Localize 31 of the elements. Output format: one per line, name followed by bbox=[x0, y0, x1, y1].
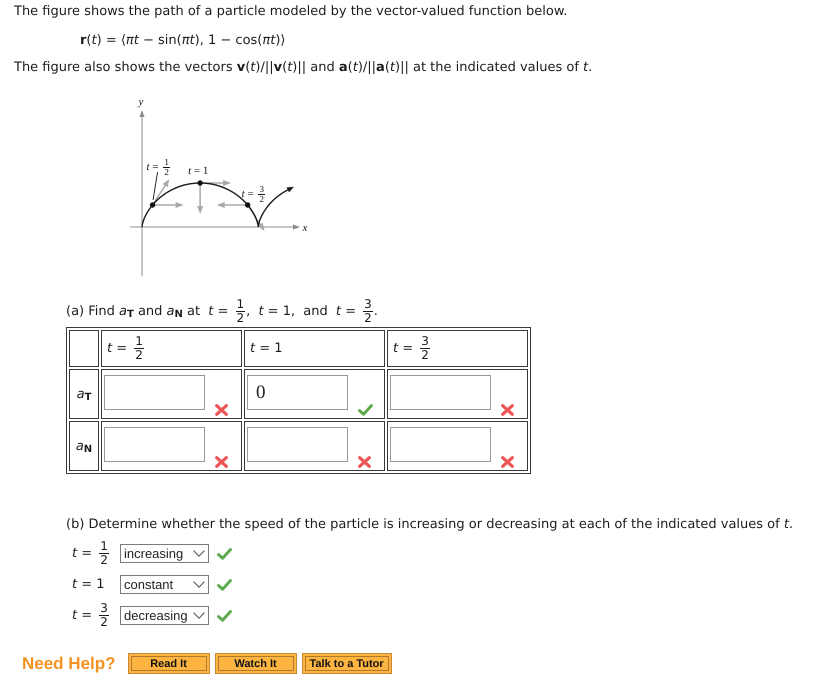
answer-field[interactable] bbox=[247, 427, 348, 462]
answer-field[interactable] bbox=[390, 427, 491, 462]
t-value-label: t = 1 bbox=[72, 577, 106, 592]
answer-field[interactable] bbox=[390, 375, 491, 410]
answer-dropdown[interactable]: constant bbox=[120, 575, 209, 594]
chevron-down-icon bbox=[193, 550, 205, 557]
formula-text: r(t) = ⟨πt − sin(πt), 1 − cos(πt)⟩ bbox=[80, 32, 286, 50]
chevron-down-icon bbox=[193, 612, 205, 619]
point-marker bbox=[197, 180, 203, 186]
intro-text: The figure shows the path of a particle modeled by the vector-valued function below. bbox=[14, 3, 568, 21]
answer-dropdown[interactable]: decreasing bbox=[120, 606, 209, 625]
help-label: Need Help? bbox=[22, 654, 116, 674]
help-button[interactable]: Read It bbox=[128, 653, 210, 674]
column-header: t = 1 bbox=[244, 330, 385, 367]
chevron-down-icon bbox=[193, 581, 205, 588]
answer-dropdown[interactable]: increasing bbox=[120, 544, 209, 563]
row-header: a$_{N}$ bbox=[69, 421, 99, 471]
question-text: (b) Determine whether the speed of the particle is increasing or decreasing at each of the indicated values of t. bbox=[66, 516, 794, 534]
point-marker bbox=[244, 202, 250, 208]
row-header: a$_{T}$ bbox=[69, 369, 99, 419]
leader-line bbox=[152, 172, 158, 200]
answer-field[interactable] bbox=[104, 427, 205, 462]
help-button[interactable]: Watch It bbox=[214, 653, 297, 674]
help-button[interactable]: Talk to a Tutor bbox=[302, 653, 392, 674]
answer-field[interactable] bbox=[104, 375, 205, 410]
axis-label: x bbox=[302, 222, 308, 234]
axis-label: y bbox=[138, 96, 144, 108]
answer-field[interactable]: 0 bbox=[247, 375, 348, 410]
point-marker bbox=[150, 202, 156, 208]
intro-text: The figure also shows the vectors v(t)/||v(t)|| and a(t)/||a(t)|| at the indicated values of t. bbox=[14, 59, 594, 77]
point-label: t = 1 bbox=[188, 166, 208, 177]
